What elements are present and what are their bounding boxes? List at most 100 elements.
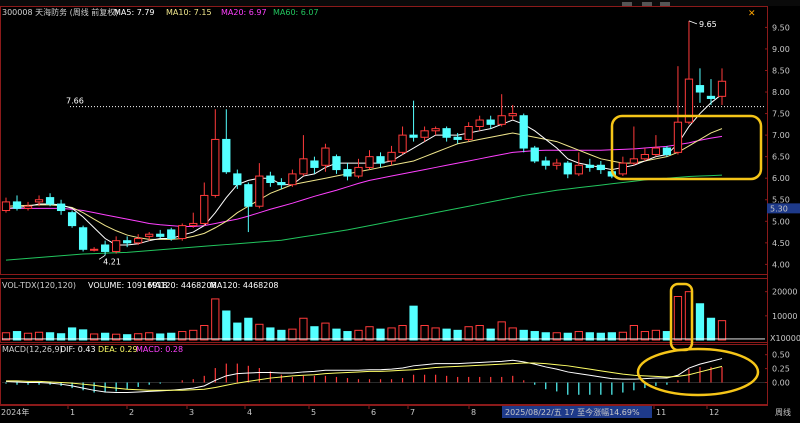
volume-bar bbox=[332, 328, 341, 341]
month-label: 11 bbox=[656, 408, 666, 417]
candle-body bbox=[67, 212, 77, 227]
month-label: 1 bbox=[70, 408, 75, 417]
volume-ma120-value: MA120: 4468208 bbox=[148, 281, 217, 290]
candle-body bbox=[475, 119, 484, 127]
candle bbox=[233, 169, 242, 189]
current-price-tag: 5.30 bbox=[767, 203, 800, 214]
macd-dif-value: DIF: 0.43 bbox=[60, 345, 96, 354]
candle bbox=[640, 148, 650, 161]
macd-axis: 0.50 0.25 0.00 bbox=[765, 351, 790, 388]
candle bbox=[695, 68, 705, 103]
candle bbox=[255, 163, 264, 209]
candle-body bbox=[574, 164, 583, 175]
volume-bar bbox=[376, 328, 385, 341]
candle bbox=[596, 160, 605, 174]
candle-body bbox=[123, 240, 132, 244]
candle-body bbox=[332, 156, 341, 171]
candle bbox=[541, 156, 550, 170]
candle bbox=[629, 126, 639, 166]
candle-body bbox=[23, 205, 33, 209]
candle-body bbox=[178, 225, 187, 240]
candle bbox=[431, 126, 440, 136]
ma20-value: MA20: 6.97 bbox=[221, 8, 267, 17]
period-label[interactable]: 周线 bbox=[775, 407, 791, 417]
window-control-icon[interactable] bbox=[660, 2, 670, 6]
volume-indicator-name: VOL-TDX(120,120) bbox=[2, 281, 76, 290]
volume-bars bbox=[1, 291, 727, 341]
candle bbox=[563, 160, 572, 179]
month-label: 3 bbox=[189, 408, 194, 417]
candle-body bbox=[200, 194, 209, 224]
candle-body bbox=[189, 222, 198, 227]
volume-bar bbox=[321, 322, 330, 341]
candle bbox=[530, 145, 539, 164]
window-control-icon[interactable] bbox=[642, 2, 652, 6]
candle bbox=[277, 178, 286, 189]
stock-chart[interactable]: 300008 天海防务 (周线 前复权) MA5: 7.79 MA10: 7.1… bbox=[0, 0, 800, 423]
candle-body bbox=[310, 160, 319, 168]
candle-body bbox=[596, 164, 605, 171]
candle bbox=[442, 126, 451, 142]
volume-bar bbox=[266, 327, 275, 341]
candle bbox=[343, 163, 352, 181]
volume-bar bbox=[673, 296, 683, 341]
month-label: 4 bbox=[247, 408, 252, 417]
volume-bar bbox=[706, 317, 716, 341]
price-tick-label: 8.50 bbox=[772, 66, 790, 75]
volume-ma120b-value: MA120: 4468208 bbox=[210, 281, 279, 290]
volume-tick-label: 10000 bbox=[772, 312, 797, 321]
month-label: 12 bbox=[709, 408, 719, 417]
candle-body bbox=[1, 201, 11, 212]
candle-body bbox=[56, 203, 66, 212]
volume-bar bbox=[431, 327, 440, 341]
candle bbox=[717, 68, 727, 105]
ma5-value: MA5: 7.79 bbox=[114, 8, 155, 17]
low-annotation: 4.21 bbox=[98, 255, 121, 266]
price-header: 300008 天海防务 (周线 前复权) MA5: 7.79 MA10: 7.1… bbox=[2, 7, 319, 17]
candle-body bbox=[563, 162, 572, 175]
volume-bar bbox=[288, 328, 297, 341]
window-control-icon[interactable] bbox=[622, 2, 632, 6]
candle-body bbox=[34, 199, 44, 203]
candle bbox=[288, 169, 297, 187]
candle bbox=[618, 156, 627, 177]
volume-bar bbox=[387, 327, 396, 341]
candle-body bbox=[673, 121, 683, 153]
volume-axis: 20000 10000 bbox=[765, 288, 797, 321]
candle-body bbox=[211, 138, 220, 196]
candle-body bbox=[398, 134, 407, 153]
candle-body bbox=[156, 233, 165, 237]
candle bbox=[299, 135, 308, 177]
month-label: 5 bbox=[311, 408, 316, 417]
candle bbox=[354, 158, 363, 179]
candle bbox=[56, 199, 66, 215]
candle bbox=[123, 236, 132, 248]
top-strip bbox=[0, 0, 800, 6]
candle-body bbox=[266, 175, 275, 184]
candle-body bbox=[222, 138, 231, 173]
price-tick-label: 5.00 bbox=[772, 217, 790, 226]
volume-unit-label: X10000 bbox=[770, 334, 800, 343]
volume-bar bbox=[398, 325, 407, 341]
volume-bar bbox=[299, 317, 308, 341]
low-label: 4.21 bbox=[103, 257, 121, 266]
volume-bar bbox=[211, 298, 220, 341]
candle bbox=[189, 212, 198, 228]
month-label: 8 bbox=[471, 408, 476, 417]
candle-body bbox=[409, 134, 418, 138]
ma10-value: MA10: 7.15 bbox=[166, 8, 212, 17]
candle-body bbox=[530, 147, 539, 162]
price-tick-label: 8.00 bbox=[772, 88, 790, 97]
candle-body bbox=[519, 115, 528, 149]
volume-bar bbox=[255, 323, 264, 341]
candle bbox=[12, 195, 22, 211]
candle-body bbox=[618, 162, 627, 175]
ma10-line bbox=[5, 128, 723, 240]
candle bbox=[574, 152, 583, 177]
candle-body bbox=[134, 238, 143, 244]
candle bbox=[519, 113, 528, 153]
close-icon[interactable]: ✕ bbox=[748, 9, 756, 19]
candle-body bbox=[78, 227, 88, 250]
candle bbox=[156, 229, 165, 239]
candle bbox=[552, 158, 561, 170]
